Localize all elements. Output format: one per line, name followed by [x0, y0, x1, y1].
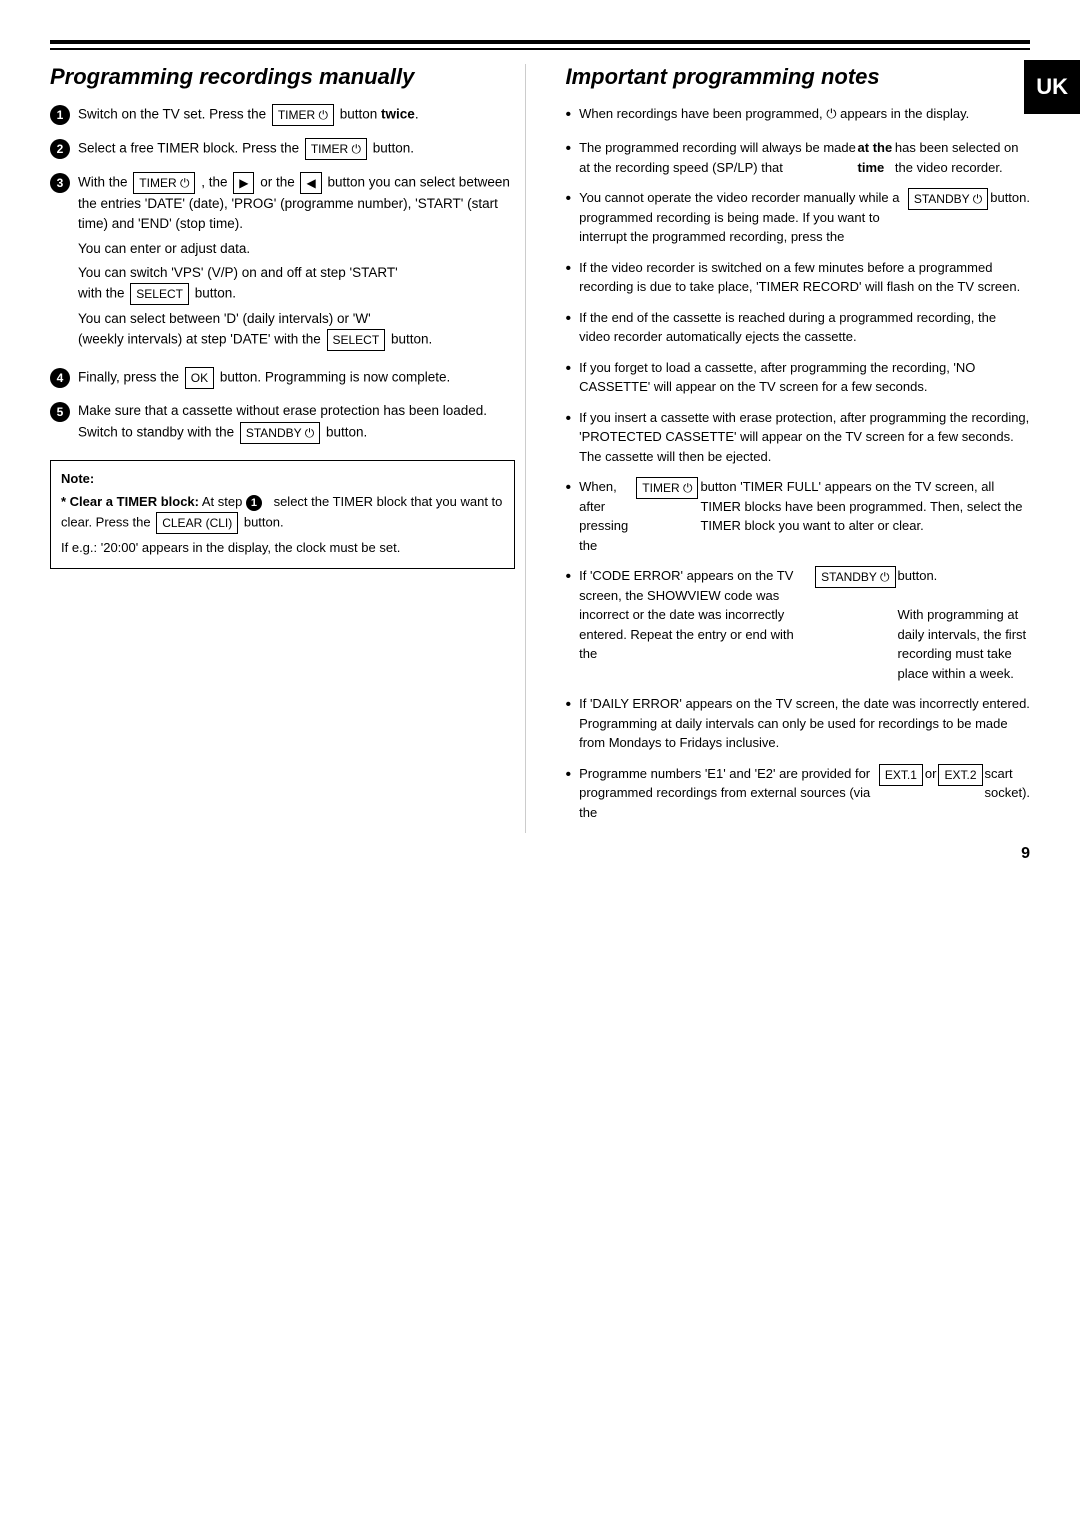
right-column: Important programming notes When recordi…	[556, 64, 1031, 833]
timer-button-3: TIMER ⏻	[133, 172, 195, 194]
ext2-button: EXT.2	[938, 764, 982, 786]
bullet-7: If you insert a cassette with erase prot…	[566, 408, 1031, 467]
step-num-1: 1	[50, 105, 70, 125]
standby-button-1: STANDBY ⏻	[240, 422, 320, 444]
step-2: 2 Select a free TIMER block. Press the T…	[50, 138, 515, 160]
timer-button-2: TIMER ⏻	[305, 138, 367, 160]
bullet-10: If 'DAILY ERROR' appears on the TV scree…	[566, 694, 1031, 753]
step-num-3: 3	[50, 173, 70, 193]
step-5: 5 Make sure that a cassette without eras…	[50, 401, 515, 443]
back-button: ◀	[300, 172, 321, 194]
note-title: Note:	[61, 469, 504, 489]
step-num-2: 2	[50, 139, 70, 159]
bullet-3: You cannot operate the video recorder ma…	[566, 188, 1031, 247]
bullet-8: When, after pressing the TIMER ⏻ button …	[566, 477, 1031, 555]
step-3: 3 With the TIMER ⏻ , the ▶ or the ◀ butt…	[50, 172, 515, 355]
bullet-6: If you forget to load a cassette, after …	[566, 358, 1031, 397]
bullet-2: The programmed recording will always be …	[566, 138, 1031, 177]
step-1: 1 Switch on the TV set. Press the TIMER …	[50, 104, 515, 126]
right-title: Important programming notes	[566, 64, 1031, 90]
ext1-button: EXT.1	[879, 764, 923, 786]
forward-button: ▶	[233, 172, 254, 194]
select-button-2: SELECT	[327, 329, 386, 351]
step-3-content: With the TIMER ⏻ , the ▶ or the ◀ button…	[78, 172, 515, 355]
bullet-4: If the video recorder is switched on a f…	[566, 258, 1031, 297]
left-title: Programming recordings manually	[50, 64, 515, 90]
timer-button-full: TIMER ⏻	[636, 477, 698, 499]
note-content: * Clear a TIMER block: At step 1 select …	[61, 492, 504, 534]
step-2-content: Select a free TIMER block. Press the TIM…	[78, 138, 515, 160]
note-extra: If e.g.: '20:00' appears in the display,…	[61, 538, 504, 558]
step-4-content: Finally, press the OK button. Programmin…	[78, 367, 515, 389]
step-num-4: 4	[50, 368, 70, 388]
step-5-content: Make sure that a cassette without erase …	[78, 401, 515, 443]
page-number: 9	[1021, 845, 1030, 863]
bullet-1: When recordings have been programmed, ⏻ …	[566, 104, 1031, 127]
bullet-list: When recordings have been programmed, ⏻ …	[566, 104, 1031, 822]
step-1-content: Switch on the TV set. Press the TIMER ⏻ …	[78, 104, 515, 126]
step-num-5: 5	[50, 402, 70, 422]
step-4: 4 Finally, press the OK button. Programm…	[50, 367, 515, 389]
ok-button: OK	[185, 367, 214, 389]
bullet-5: If the end of the cassette is reached du…	[566, 308, 1031, 347]
clear-button: CLEAR (CLI)	[156, 512, 238, 534]
standby-button-3: STANDBY ⏻	[815, 566, 895, 588]
note-box: Note: * Clear a TIMER block: At step 1 s…	[50, 460, 515, 570]
bullet-9: If 'CODE ERROR' appears on the TV screen…	[566, 566, 1031, 683]
select-button-1: SELECT	[130, 283, 189, 305]
bullet-11: Programme numbers 'E1' and 'E2' are prov…	[566, 764, 1031, 823]
timer-button-1: TIMER ⏻	[272, 104, 334, 126]
note-step-ref: 1	[246, 495, 262, 511]
left-column: Programming recordings manually 1 Switch…	[50, 64, 526, 833]
uk-badge: UK	[1024, 60, 1080, 114]
standby-button-2: STANDBY ⏻	[908, 188, 988, 210]
